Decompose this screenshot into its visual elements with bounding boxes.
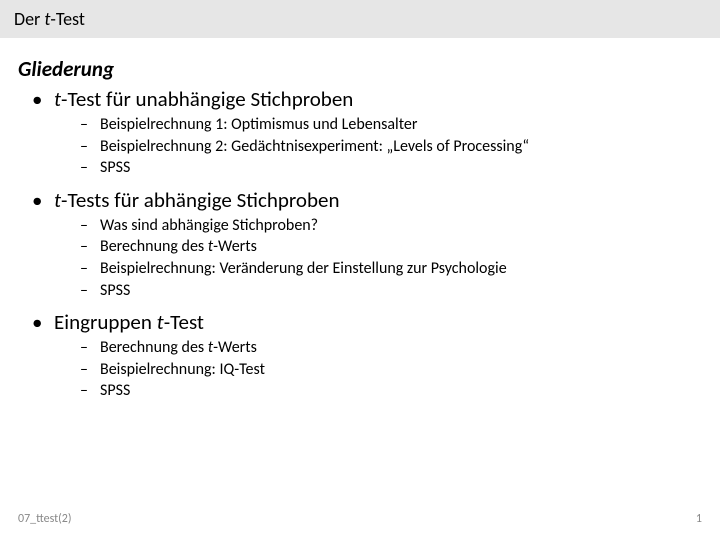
subitem-text: SPSS bbox=[100, 280, 130, 302]
section-label: Eingruppen t-Test bbox=[54, 309, 204, 335]
outline-list: •t-Test für unabhängige Stichproben–Beis… bbox=[22, 86, 702, 402]
outline-section: •t-Test für unabhängige Stichproben–Beis… bbox=[22, 86, 702, 179]
subitem-text: SPSS bbox=[100, 157, 130, 179]
subitem: –SPSS bbox=[80, 280, 702, 302]
slide-content: Gliederung •t-Test für unabhängige Stich… bbox=[0, 38, 720, 402]
subitem: –Was sind abhängige Stichproben? bbox=[80, 215, 702, 237]
dash-icon: – bbox=[80, 258, 100, 280]
subitem-text: Beispielrechnung 1: Optimismus und Leben… bbox=[100, 114, 417, 136]
subitem: –Beispielrechnung: Veränderung der Einst… bbox=[80, 258, 702, 280]
dash-icon: – bbox=[80, 359, 100, 381]
content-heading: Gliederung bbox=[18, 56, 702, 82]
slide-title-bar: Der t-Test bbox=[0, 0, 720, 38]
dash-icon: – bbox=[80, 136, 100, 158]
subitem: –SPSS bbox=[80, 380, 702, 402]
dash-icon: – bbox=[80, 280, 100, 302]
subitem-list: –Berechnung des t-Werts–Beispielrechnung… bbox=[80, 337, 702, 402]
subitem: –Beispielrechnung 2: Gedächtnisexperimen… bbox=[80, 136, 702, 158]
section-label-row: •t-Test für unabhängige Stichproben bbox=[32, 86, 702, 112]
slide-footer: 07_ttest(2) 1 bbox=[0, 512, 720, 526]
subitem-text: Beispielrechnung 2: Gedächtnisexperiment… bbox=[100, 136, 529, 158]
dash-icon: – bbox=[80, 157, 100, 179]
subitem-list: –Was sind abhängige Stichproben?–Berechn… bbox=[80, 215, 702, 301]
bullet-icon: • bbox=[32, 86, 54, 112]
footer-page-number: 1 bbox=[696, 512, 702, 526]
dash-icon: – bbox=[80, 114, 100, 136]
outline-section: •t-Tests für abhängige Stichproben–Was s… bbox=[22, 187, 702, 301]
dash-icon: – bbox=[80, 337, 100, 359]
section-label-row: •t-Tests für abhängige Stichproben bbox=[32, 187, 702, 213]
slide-title-suffix: -Test bbox=[50, 8, 85, 30]
bullet-icon: • bbox=[32, 187, 54, 213]
slide-title-prefix: Der bbox=[14, 8, 44, 30]
outline-section: •Eingruppen t-Test–Berechnung des t-Wert… bbox=[22, 309, 702, 402]
subitem-list: –Beispielrechnung 1: Optimismus und Lebe… bbox=[80, 114, 702, 179]
subitem: –Beispielrechnung: IQ-Test bbox=[80, 359, 702, 381]
subitem-text: Beispielrechnung: IQ-Test bbox=[100, 359, 265, 381]
subitem-text: Was sind abhängige Stichproben? bbox=[100, 215, 318, 237]
dash-icon: – bbox=[80, 215, 100, 237]
subitem-text: Beispielrechnung: Veränderung der Einste… bbox=[100, 258, 507, 280]
section-label: t-Test für unabhängige Stichproben bbox=[54, 86, 353, 112]
subitem: –Berechnung des t-Werts bbox=[80, 337, 702, 359]
bullet-icon: • bbox=[32, 309, 54, 335]
dash-icon: – bbox=[80, 236, 100, 258]
section-label: t-Tests für abhängige Stichproben bbox=[54, 187, 339, 213]
section-label-row: •Eingruppen t-Test bbox=[32, 309, 702, 335]
subitem-text: Berechnung des t-Werts bbox=[100, 337, 257, 359]
subitem-text: SPSS bbox=[100, 380, 130, 402]
subitem: –Beispielrechnung 1: Optimismus und Lebe… bbox=[80, 114, 702, 136]
subitem: –SPSS bbox=[80, 157, 702, 179]
footer-left: 07_ttest(2) bbox=[18, 512, 72, 526]
subitem-text: Berechnung des t-Werts bbox=[100, 236, 257, 258]
subitem: –Berechnung des t-Werts bbox=[80, 236, 702, 258]
dash-icon: – bbox=[80, 380, 100, 402]
